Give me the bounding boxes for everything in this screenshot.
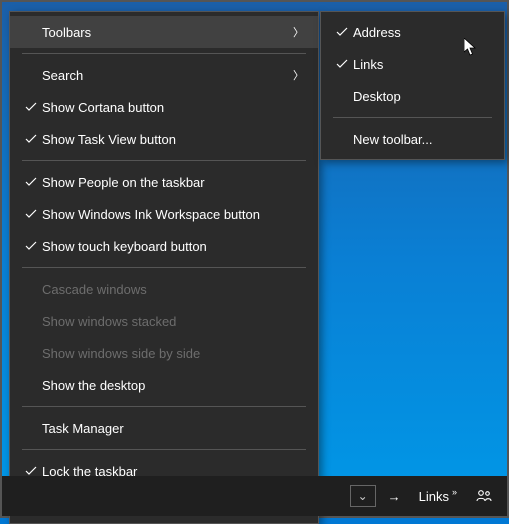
chevron-down-icon: ⌄ [358,489,368,503]
menu-item-show-desktop[interactable]: Show the desktop [10,369,318,401]
menu-label: New toolbar... [353,132,490,147]
menu-label: Desktop [353,89,490,104]
taskbar[interactable]: ⌄ → Links » [2,476,507,516]
check-icon [20,240,42,252]
toolbar-label: Links [419,489,449,504]
submenu-item-links[interactable]: Links [321,48,504,80]
menu-item-taskview[interactable]: Show Task View button [10,123,318,155]
menu-label: Show People on the taskbar [42,175,304,190]
address-toolbar-dropdown[interactable]: ⌄ [350,485,376,507]
toolbars-submenu: Address Links Desktop New toolbar... [320,11,505,160]
menu-separator [22,160,306,161]
check-icon [331,26,353,38]
address-toolbar-go[interactable]: → [382,482,407,510]
menu-label: Show touch keyboard button [42,239,304,254]
menu-item-task-manager[interactable]: Task Manager [10,412,318,444]
menu-separator [333,117,492,118]
menu-item-cascade: Cascade windows [10,273,318,305]
menu-item-touch-keyboard[interactable]: Show touch keyboard button [10,230,318,262]
submenu-arrow-icon: 〉 [292,24,304,40]
menu-label: Address [353,25,490,40]
menu-label: Show windows side by side [42,346,304,361]
menu-separator [22,449,306,450]
links-toolbar[interactable]: Links » [413,482,463,510]
arrow-right-icon: → [388,489,401,504]
submenu-item-desktop[interactable]: Desktop [321,80,504,112]
menu-label: Show windows stacked [42,314,304,329]
check-icon [331,58,353,70]
menu-item-stacked: Show windows stacked [10,305,318,337]
menu-item-toolbars[interactable]: Toolbars 〉 [10,16,318,48]
menu-item-search[interactable]: Search 〉 [10,59,318,91]
menu-label: Show Cortana button [42,100,304,115]
menu-item-sidebyside: Show windows side by side [10,337,318,369]
menu-label: Cascade windows [42,282,304,297]
submenu-item-new-toolbar[interactable]: New toolbar... [321,123,504,155]
menu-item-ink[interactable]: Show Windows Ink Workspace button [10,198,318,230]
chevron-expand-icon: » [452,487,457,497]
people-icon [475,487,493,505]
check-icon [20,176,42,188]
submenu-arrow-icon: 〉 [292,67,304,83]
menu-label: Show Task View button [42,132,304,147]
menu-label: Show the desktop [42,378,304,393]
menu-label: Task Manager [42,421,304,436]
people-button[interactable] [469,482,499,510]
menu-separator [22,53,306,54]
menu-label: Links [353,57,490,72]
menu-label: Toolbars [42,25,292,40]
taskbar-context-menu: Toolbars 〉 Search 〉 Show Cortana button … [9,11,319,524]
menu-item-people[interactable]: Show People on the taskbar [10,166,318,198]
menu-item-cortana[interactable]: Show Cortana button [10,91,318,123]
submenu-item-address[interactable]: Address [321,16,504,48]
menu-separator [22,267,306,268]
check-icon [20,101,42,113]
menu-label: Show Windows Ink Workspace button [42,207,304,222]
menu-separator [22,406,306,407]
menu-label: Search [42,68,292,83]
check-icon [20,133,42,145]
check-icon [20,208,42,220]
